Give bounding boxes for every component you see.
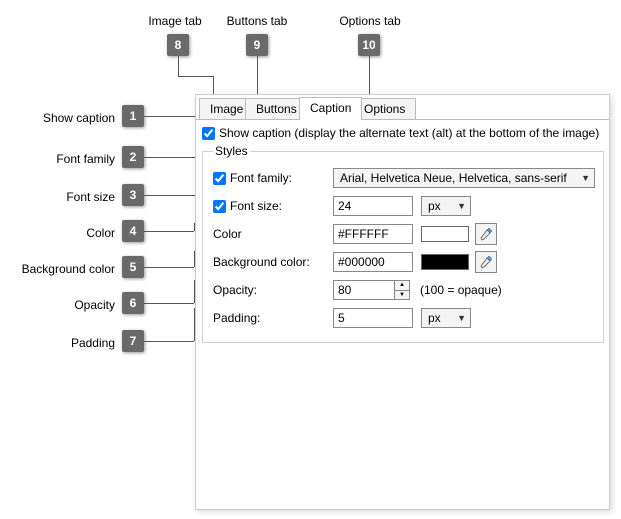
opacity-step-down[interactable]: ▼ bbox=[395, 291, 409, 300]
chevron-down-icon: ▼ bbox=[449, 313, 466, 323]
caption-settings-panel: Image Buttons Caption Options Show capti… bbox=[195, 94, 610, 510]
callout-badge-5: 5 bbox=[122, 256, 144, 278]
callout-label-font-size: Font size bbox=[10, 190, 115, 204]
styles-fieldset: Styles Font family: Arial, Helvetica Neu… bbox=[202, 144, 604, 343]
callout-line bbox=[144, 303, 194, 304]
callout-badge-3: 3 bbox=[122, 184, 144, 206]
callout-label-buttons-tab: Buttons tab bbox=[222, 14, 292, 28]
callout-label-opacity: Opacity bbox=[10, 298, 115, 312]
tab-content-caption: Show caption (display the alternate text… bbox=[196, 120, 609, 509]
padding-label: Padding: bbox=[213, 311, 260, 325]
font-size-checkbox[interactable] bbox=[213, 200, 226, 213]
bg-color-label: Background color: bbox=[213, 255, 310, 269]
opacity-spinbox[interactable]: ▲ ▼ bbox=[333, 280, 410, 300]
tab-caption[interactable]: Caption bbox=[299, 97, 362, 120]
callout-line bbox=[144, 267, 194, 268]
callout-line bbox=[144, 231, 194, 232]
opacity-input[interactable] bbox=[334, 281, 394, 299]
font-size-unit-value: px bbox=[428, 199, 441, 213]
callout-badge-9: 9 bbox=[246, 34, 268, 56]
callout-line bbox=[178, 76, 213, 77]
chevron-down-icon: ▼ bbox=[573, 173, 590, 183]
color-eyedropper-button[interactable] bbox=[475, 223, 497, 245]
color-label: Color bbox=[213, 227, 242, 241]
callout-line bbox=[144, 341, 194, 342]
callout-line bbox=[178, 56, 179, 76]
font-size-input[interactable] bbox=[333, 196, 413, 216]
callout-badge-10: 10 bbox=[358, 34, 380, 56]
bg-color-input[interactable] bbox=[333, 252, 413, 272]
callout-badge-4: 4 bbox=[122, 220, 144, 242]
padding-unit-value: px bbox=[428, 311, 441, 325]
show-caption-checkbox[interactable] bbox=[202, 127, 215, 140]
font-family-value: Arial, Helvetica Neue, Helvetica, sans-s… bbox=[340, 171, 567, 185]
callout-line bbox=[369, 56, 370, 98]
font-family-select[interactable]: Arial, Helvetica Neue, Helvetica, sans-s… bbox=[333, 168, 595, 188]
callout-badge-8: 8 bbox=[167, 34, 189, 56]
font-family-checkbox[interactable] bbox=[213, 172, 226, 185]
callout-label-font-family: Font family bbox=[10, 152, 115, 166]
callout-label-image-tab: Image tab bbox=[145, 14, 205, 28]
color-swatch[interactable] bbox=[421, 226, 469, 242]
opacity-hint: (100 = opaque) bbox=[420, 283, 502, 297]
callout-badge-7: 7 bbox=[122, 330, 144, 352]
callout-badge-6: 6 bbox=[122, 292, 144, 314]
font-size-label: Font size: bbox=[230, 199, 282, 213]
callout-label-options-tab: Options tab bbox=[335, 14, 405, 28]
opacity-step-up[interactable]: ▲ bbox=[395, 281, 409, 291]
eyedropper-icon bbox=[479, 227, 493, 241]
callout-badge-2: 2 bbox=[122, 146, 144, 168]
eyedropper-icon bbox=[479, 255, 493, 269]
opacity-label: Opacity: bbox=[213, 283, 257, 297]
padding-unit-select[interactable]: px ▼ bbox=[421, 308, 471, 328]
callout-label-bg-color: Background color bbox=[10, 262, 115, 276]
font-family-label: Font family: bbox=[230, 171, 292, 185]
padding-input[interactable] bbox=[333, 308, 413, 328]
chevron-down-icon: ▼ bbox=[449, 201, 466, 211]
color-input[interactable] bbox=[333, 224, 413, 244]
font-size-unit-select[interactable]: px ▼ bbox=[421, 196, 471, 216]
show-caption-label: Show caption (display the alternate text… bbox=[219, 126, 599, 140]
styles-legend: Styles bbox=[213, 144, 250, 158]
callout-line bbox=[257, 56, 258, 98]
tab-options[interactable]: Options bbox=[353, 98, 416, 119]
callout-label-show-caption: Show caption bbox=[10, 111, 115, 125]
bg-color-swatch[interactable] bbox=[421, 254, 469, 270]
tab-strip: Image Buttons Caption Options bbox=[196, 95, 609, 119]
callout-line bbox=[144, 116, 196, 117]
bg-color-eyedropper-button[interactable] bbox=[475, 251, 497, 273]
callout-label-color: Color bbox=[10, 226, 115, 240]
callout-badge-1: 1 bbox=[122, 105, 144, 127]
callout-label-padding: Padding bbox=[10, 336, 115, 350]
